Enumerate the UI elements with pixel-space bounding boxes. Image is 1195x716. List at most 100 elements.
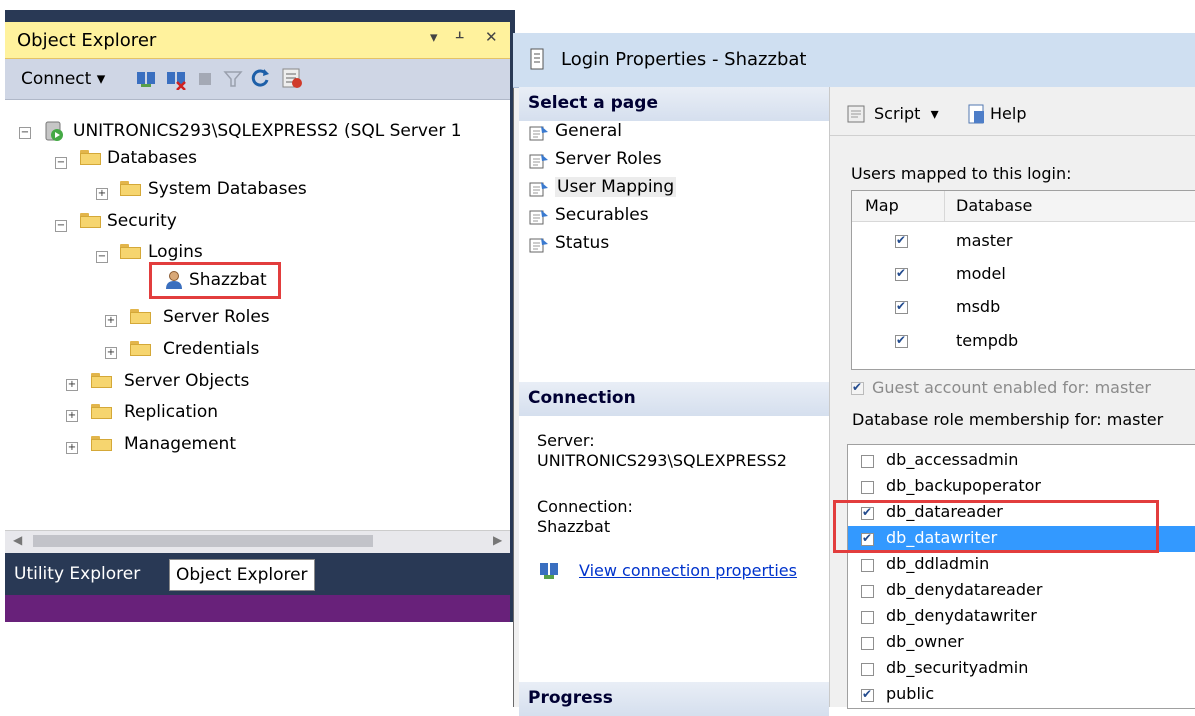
help-icon [968, 104, 984, 124]
database-cell[interactable]: msdb [956, 297, 1000, 316]
page-icon [529, 123, 549, 141]
role-label[interactable]: db_securityadmin [886, 658, 1028, 677]
tab-object-explorer[interactable]: Object Explorer [169, 559, 315, 591]
highlight-box [149, 262, 281, 299]
tree-node-security[interactable]: Security [107, 208, 177, 234]
dialog-titlebar: Login Properties - Shazzbat [513, 33, 1195, 88]
folder-icon [91, 373, 112, 388]
column-database: Database [956, 196, 1033, 215]
dialog-icon [530, 48, 544, 70]
page-icon [529, 207, 549, 225]
connection-properties-icon [540, 563, 558, 579]
collapse-toggle[interactable]: − [19, 127, 31, 139]
filter-icon[interactable] [223, 69, 243, 89]
page-icon [529, 179, 549, 197]
tree-node-databases[interactable]: Databases [107, 145, 197, 171]
role-checkbox[interactable] [861, 687, 874, 702]
tree-node-system-databases[interactable]: System Databases [148, 176, 307, 202]
expand-toggle[interactable]: + [66, 379, 78, 391]
folder-icon [120, 244, 141, 259]
tree-node-replication[interactable]: Replication [124, 399, 218, 425]
role-checkbox[interactable] [861, 481, 874, 494]
role-label[interactable]: db_denydatareader [886, 580, 1042, 599]
explorer-tabs-bar: Utility Explorer Object Explorer [5, 553, 510, 595]
role-label[interactable]: public [886, 684, 934, 703]
refresh-icon[interactable] [251, 68, 271, 88]
scrollbar-thumb[interactable] [33, 535, 373, 547]
tab-utility-explorer[interactable]: Utility Explorer [8, 559, 146, 589]
role-checkbox[interactable] [861, 559, 874, 572]
object-explorer-title: Object Explorer [17, 30, 157, 51]
role-checkbox[interactable] [861, 663, 874, 676]
user-mapping-table: Map Database master model msdb tempdb [851, 190, 1195, 370]
role-membership-label: Database role membership for: master [852, 410, 1164, 429]
role-checkbox[interactable] [861, 637, 874, 650]
object-explorer-tree: − UNITRONICS293\SQLEXPRESS2 (SQL Server … [5, 100, 510, 530]
tree-node-management[interactable]: Management [124, 431, 236, 457]
expand-toggle[interactable]: + [66, 442, 78, 454]
collapse-toggle[interactable]: − [96, 251, 108, 263]
connect-database-icon[interactable] [135, 68, 157, 90]
folder-icon [130, 309, 151, 324]
expand-toggle[interactable]: + [105, 315, 117, 327]
tree-node-server-roles[interactable]: Server Roles [163, 304, 270, 330]
status-bar [5, 595, 510, 622]
page-user-mapping[interactable]: User Mapping [529, 174, 677, 200]
scroll-right-icon[interactable]: ▶ [493, 533, 502, 547]
page-icon [529, 235, 549, 253]
connect-button[interactable]: Connect ▾ [21, 69, 105, 89]
page-status[interactable]: Status [529, 230, 609, 256]
help-button[interactable]: Help [990, 104, 1026, 123]
role-label[interactable]: db_owner [886, 632, 964, 651]
page-general[interactable]: General [529, 118, 622, 144]
script-button[interactable]: Script ▾ [874, 104, 939, 123]
disconnect-icon[interactable] [165, 68, 187, 90]
role-label[interactable]: db_backupoperator [886, 476, 1041, 495]
page-selector-pane: Select a page General Server Roles User … [519, 87, 830, 716]
database-cell[interactable]: tempdb [956, 331, 1018, 350]
expand-toggle[interactable]: + [66, 410, 78, 422]
expand-toggle[interactable]: + [105, 347, 117, 359]
role-label[interactable]: db_accessadmin [886, 450, 1018, 469]
dropdown-icon[interactable]: ▾ [430, 28, 438, 46]
tree-node-credentials[interactable]: Credentials [163, 336, 259, 362]
folder-icon [91, 436, 112, 451]
role-checkbox[interactable] [861, 585, 874, 598]
object-explorer-toolbar: Connect ▾ [5, 59, 510, 100]
select-page-header: Select a page [519, 87, 829, 121]
database-cell[interactable]: master [956, 231, 1012, 250]
script-icon [847, 105, 865, 123]
close-icon[interactable]: ✕ [485, 28, 498, 46]
tree-node-server[interactable]: UNITRONICS293\SQLEXPRESS2 (SQL Server 1 [73, 118, 462, 144]
map-checkbox-master[interactable] [895, 233, 908, 248]
page-securables[interactable]: Securables [529, 202, 649, 228]
pin-icon[interactable]: ᚆ [456, 28, 463, 46]
users-mapped-label: Users mapped to this login: [851, 164, 1072, 183]
collapse-toggle[interactable]: − [55, 220, 67, 232]
folder-icon [91, 404, 112, 419]
toolbar-divider [830, 135, 1195, 136]
stop-icon[interactable] [197, 71, 213, 87]
activity-monitor-icon[interactable] [280, 66, 304, 90]
role-label[interactable]: db_denydatawriter [886, 606, 1037, 625]
scroll-left-icon[interactable]: ◀ [13, 533, 22, 547]
expand-toggle[interactable]: + [96, 188, 108, 200]
role-checkbox[interactable] [861, 455, 874, 468]
role-checkbox[interactable] [861, 611, 874, 624]
map-checkbox-tempdb[interactable] [895, 333, 908, 348]
server-icon [45, 121, 63, 141]
database-cell[interactable]: model [956, 264, 1006, 283]
view-connection-properties-link[interactable]: View connection properties [579, 561, 797, 580]
connection-label: Connection: [537, 497, 633, 516]
page-server-roles[interactable]: Server Roles [529, 146, 662, 172]
collapse-toggle[interactable]: − [55, 157, 67, 169]
horizontal-scrollbar[interactable]: ◀ ▶ [5, 530, 510, 553]
guest-account-checkbox [851, 380, 864, 395]
map-checkbox-msdb[interactable] [895, 299, 908, 314]
role-label[interactable]: db_ddladmin [886, 554, 989, 573]
map-checkbox-model[interactable] [895, 266, 908, 281]
progress-header: Progress [519, 682, 829, 716]
tree-node-server-objects[interactable]: Server Objects [124, 368, 249, 394]
column-map: Map [865, 196, 899, 215]
folder-icon [120, 181, 141, 196]
